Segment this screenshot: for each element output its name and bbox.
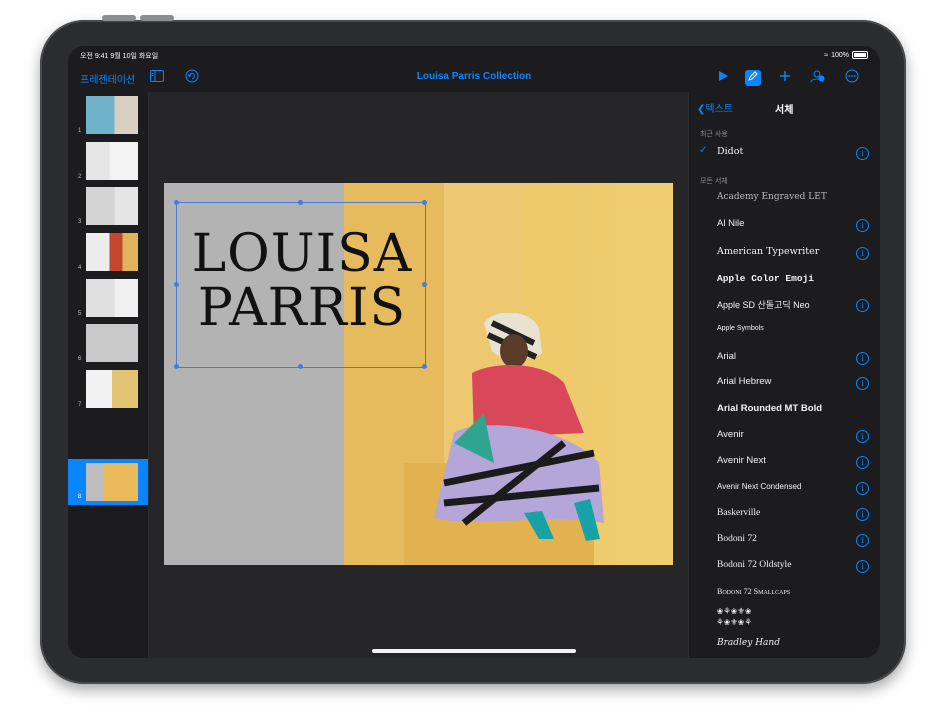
format-brush-icon[interactable] (745, 70, 761, 86)
info-icon[interactable]: i (856, 508, 869, 521)
add-icon[interactable] (776, 69, 794, 87)
info-icon[interactable]: i (856, 456, 869, 469)
info-icon[interactable]: i (856, 534, 869, 547)
font-item[interactable]: Bodoni 72 Oldstyle (717, 560, 877, 580)
info-icon[interactable]: i (856, 430, 869, 443)
checkmark-icon: ✓ (699, 145, 708, 156)
undo-icon[interactable] (183, 69, 201, 87)
screen: 오전 9:41 9월 10일 화요일 ≈ 100% 프레젠테이션 Louisa … (68, 46, 880, 658)
resize-handle[interactable] (174, 364, 179, 369)
font-item[interactable]: Al Nile (717, 218, 877, 238)
title-line-1: LOUISA (191, 224, 413, 284)
info-icon[interactable]: i (856, 299, 869, 312)
slide-thumbnail[interactable] (86, 142, 138, 180)
status-right: ≈ 100% (824, 51, 868, 59)
slide-number: 8 (78, 494, 82, 500)
resize-handle[interactable] (422, 282, 427, 287)
font-item[interactable]: Avenir Next (717, 455, 877, 475)
ornament-font-preview[interactable]: ❀⚘❀⚜❀ ⚘❀⚜❀⚘ (717, 606, 877, 628)
home-indicator (372, 649, 576, 653)
font-item[interactable]: Avenir Next Condensed (717, 482, 877, 502)
slide-thumbnail[interactable] (86, 324, 138, 362)
info-icon[interactable]: i (856, 147, 869, 160)
slide-number: 6 (78, 356, 82, 362)
slide-thumbnail[interactable] (86, 370, 138, 408)
current-slide[interactable]: LOUISA PARRIS (164, 183, 673, 565)
slide-number: 4 (78, 265, 82, 271)
slide-thumbnail[interactable] (86, 463, 138, 501)
font-item[interactable]: Arial Rounded MT Bold (717, 403, 877, 423)
model-figure (434, 313, 604, 541)
toolbar: 프레젠테이션 Louisa Parris Collection (68, 64, 880, 92)
info-icon[interactable]: i (856, 377, 869, 390)
battery-percent: 100% (831, 51, 849, 59)
font-panel: ❮텍스트 서체 최근 사용 ✓ Didot i 모든 서체 Academy En… (688, 92, 880, 658)
font-item[interactable]: Bodoni 72 (717, 534, 877, 554)
font-item[interactable]: Apple Symbols (717, 325, 877, 345)
resize-handle[interactable] (422, 200, 427, 205)
volume-button (140, 15, 174, 21)
status-time: 오전 9:41 9월 10일 화요일 (80, 53, 159, 60)
font-item[interactable]: Bodoni 72 Smallcaps (717, 587, 877, 607)
play-icon[interactable] (714, 69, 732, 87)
font-item[interactable]: American Typewriter (717, 246, 877, 266)
resize-handle[interactable] (174, 200, 179, 205)
resize-handle[interactable] (422, 364, 427, 369)
panel-title: 서체 (775, 105, 794, 116)
font-item[interactable]: Arial Hebrew (717, 376, 877, 396)
font-item[interactable]: Apple Color Emoji (717, 273, 877, 293)
font-item[interactable]: Academy Engraved LET (717, 192, 877, 212)
slide-number: 1 (78, 128, 82, 134)
font-item[interactable]: Avenir (717, 429, 877, 449)
wifi-icon: ≈ (824, 51, 829, 59)
info-icon[interactable]: i (856, 247, 869, 260)
recent-section-label: 최근 사용 (700, 131, 728, 138)
slide-thumbnail[interactable] (86, 187, 138, 225)
status-bar: 오전 9:41 9월 10일 화요일 ≈ 100% (68, 46, 880, 64)
slide-number: 7 (78, 402, 82, 408)
presentations-button[interactable]: 프레젠테이션 (80, 71, 135, 86)
slide-thumbnail[interactable] (86, 279, 138, 317)
title-line-2: PARRIS (197, 278, 407, 338)
resize-handle[interactable] (174, 282, 179, 287)
slide-number: 3 (78, 219, 82, 225)
slide-number: 5 (78, 311, 82, 317)
font-item[interactable]: Baskerville (717, 508, 877, 528)
resize-handle[interactable] (298, 364, 303, 369)
slide-number: 2 (78, 174, 82, 180)
info-icon[interactable]: i (856, 560, 869, 573)
more-icon[interactable] (843, 69, 861, 87)
sidebar-icon[interactable] (148, 69, 166, 87)
info-icon[interactable]: i (856, 352, 869, 365)
font-item[interactable]: Bradley Hand (717, 638, 877, 658)
info-icon[interactable]: i (856, 219, 869, 232)
slide-thumbnail[interactable] (86, 233, 138, 271)
resize-handle[interactable] (298, 200, 303, 205)
slide-thumbnail[interactable] (86, 96, 138, 134)
volume-button (102, 15, 136, 21)
slide-navigator: 1 2 3 4 5 6 7 8 + (68, 92, 149, 658)
battery-icon (852, 51, 868, 59)
text-back-label: 텍스트 (705, 104, 733, 115)
all-fonts-section-label: 모든 서체 (700, 178, 728, 185)
info-icon[interactable]: i (856, 482, 869, 495)
text-back-button[interactable]: ❮텍스트 (697, 100, 733, 115)
font-item[interactable]: Arial (717, 351, 877, 371)
font-item[interactable]: Apple SD 산돌고딕 Neo (717, 298, 877, 318)
slide-title[interactable]: LOUISA PARRIS (182, 227, 422, 335)
collaborate-icon[interactable] (808, 69, 826, 87)
slide-canvas: LOUISA PARRIS (149, 92, 688, 658)
font-item-didot[interactable]: Didot (717, 146, 877, 166)
